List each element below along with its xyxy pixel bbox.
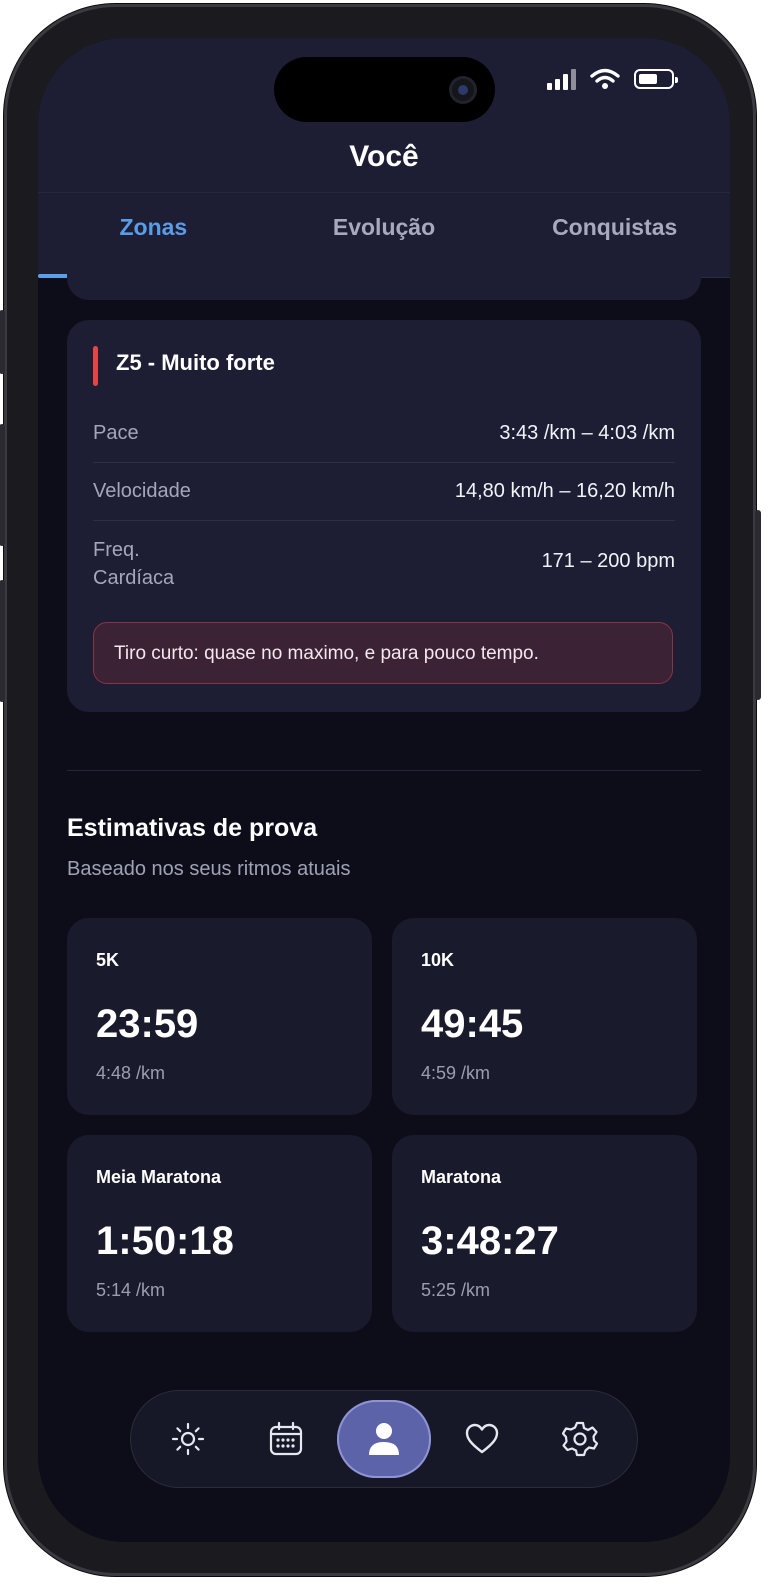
estimates-subtitle: Baseado nos seus ritmos atuais — [67, 858, 351, 880]
estimate-card-maratona[interactable]: Maratona 3:48:27 5:25 /km — [392, 1135, 697, 1332]
user-icon — [369, 1423, 399, 1455]
gear-icon — [561, 1421, 599, 1457]
nav-favorites[interactable] — [457, 1414, 507, 1464]
calendar-icon — [269, 1421, 303, 1456]
estimate-pace: 5:25 /km — [421, 1280, 491, 1300]
camera-icon — [449, 76, 477, 104]
dynamic-island — [274, 57, 495, 122]
estimate-pace: 5:14 /km — [96, 1280, 166, 1300]
battery-icon — [634, 69, 678, 89]
estimates-title: Estimativas de prova — [67, 814, 318, 842]
estimate-time: 1:50:18 — [96, 1219, 234, 1263]
screen: Você Zonas Evolução Conquistas Z5 - Muit… — [38, 38, 730, 1542]
estimate-pace: 4:48 /km — [96, 1063, 166, 1083]
estimate-card-10k[interactable]: 10K 49:45 4:59 /km — [392, 918, 697, 1115]
row-label: Pace — [93, 422, 139, 444]
side-button-left-1 — [0, 310, 5, 374]
estimate-pace: 4:59 /km — [421, 1063, 491, 1083]
tab-bar: Zonas Evolução Conquistas — [38, 214, 730, 241]
signal-icon — [547, 68, 576, 90]
row-value: 14,80 km/h – 16,20 km/h — [454, 480, 675, 502]
heart-icon — [465, 1423, 499, 1454]
bottom-nav — [130, 1390, 638, 1488]
estimate-time: 3:48:27 — [421, 1219, 559, 1263]
estimate-card-meia-maratona[interactable]: Meia Maratona 1:50:18 5:14 /km — [67, 1135, 372, 1332]
nav-sun[interactable] — [163, 1414, 213, 1464]
estimate-name: Maratona — [421, 1167, 502, 1187]
side-button-left-3 — [0, 580, 5, 702]
nav-calendar[interactable] — [261, 1414, 311, 1464]
zone-color-bar — [93, 346, 98, 386]
header-divider — [38, 192, 730, 193]
zone-card: Z5 - Muito forte Pace 3:43 /km – 4:03 /k… — [67, 320, 701, 712]
status-bar — [547, 68, 678, 90]
estimate-name: Meia Maratona — [96, 1167, 222, 1187]
row-value: 3:43 /km – 4:03 /km — [499, 422, 675, 444]
estimate-card-5k[interactable]: 5K 23:59 4:48 /km — [67, 918, 372, 1115]
row-label: Velocidade — [93, 480, 191, 502]
row-divider — [93, 462, 675, 463]
zone-note: Tiro curto: quase no maximo, e para pouc… — [93, 622, 673, 684]
wifi-icon — [590, 68, 620, 89]
estimate-name: 10K — [421, 950, 455, 970]
previous-zone-card — [67, 268, 701, 300]
nav-profile[interactable] — [337, 1400, 431, 1478]
estimate-time: 23:59 — [96, 1002, 199, 1046]
row-label-line: Freq. — [93, 539, 140, 561]
zone-row-freq-cardiaca: Freq. Cardíaca 171 – 200 bpm — [93, 536, 675, 596]
page-title: Você — [349, 140, 419, 173]
zone-note-text: Tiro curto: quase no maximo, e para pouc… — [114, 643, 539, 664]
row-value: 171 – 200 bpm — [541, 550, 675, 572]
row-label: Freq. Cardíaca — [93, 536, 174, 592]
row-divider — [93, 520, 675, 521]
estimate-time: 49:45 — [421, 1002, 524, 1046]
phone-frame: Você Zonas Evolução Conquistas Z5 - Muit… — [0, 4, 761, 1576]
side-button-left-2 — [0, 424, 5, 546]
side-button-right — [755, 510, 761, 700]
sun-icon — [171, 1422, 205, 1456]
tab-evolucao[interactable]: Evolução — [269, 214, 500, 241]
estimate-name: 5K — [96, 950, 120, 970]
tab-conquistas[interactable]: Conquistas — [499, 214, 730, 241]
row-label-line: Cardíaca — [93, 567, 175, 589]
zone-title: Z5 - Muito forte — [116, 350, 275, 375]
section-divider — [67, 770, 701, 771]
tab-zonas[interactable]: Zonas — [38, 214, 269, 241]
nav-settings[interactable] — [555, 1414, 605, 1464]
